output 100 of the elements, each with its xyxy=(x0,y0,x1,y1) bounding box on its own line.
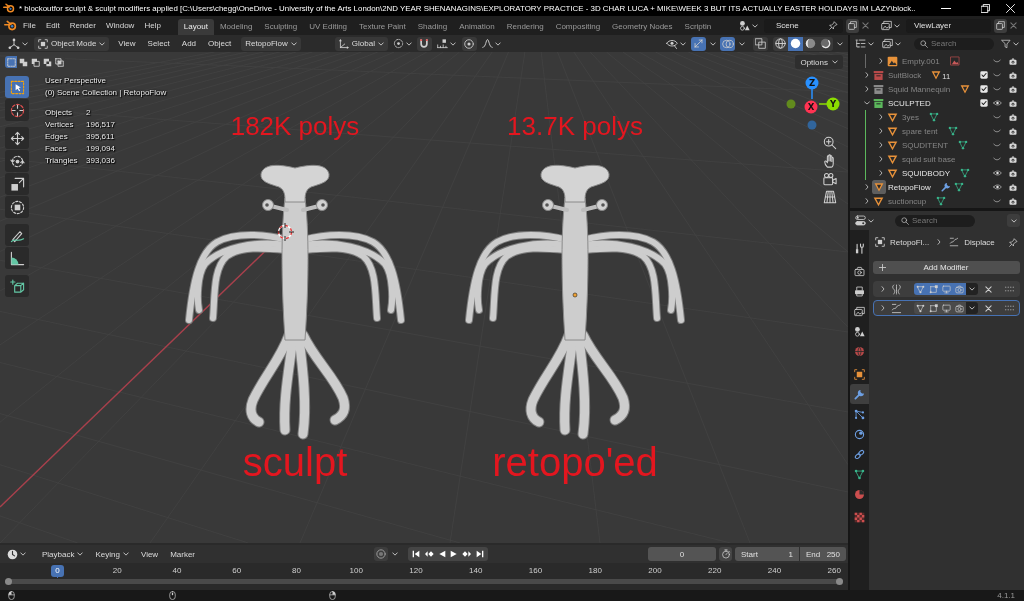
search-field[interactable]: Search xyxy=(914,37,994,50)
menu-item[interactable]: Marker xyxy=(165,549,201,559)
eye-icon[interactable] xyxy=(992,184,1002,190)
dropdown-button[interactable] xyxy=(966,283,978,295)
zoom-icon[interactable] xyxy=(823,136,837,150)
menu-item[interactable]: Select xyxy=(142,39,175,48)
closed-eye-icon[interactable] xyxy=(993,129,1001,133)
image-icon[interactable] xyxy=(949,56,960,66)
tool-button[interactable] xyxy=(5,275,29,297)
current-frame-field[interactable]: 0 xyxy=(648,547,716,561)
chevron-right-icon[interactable] xyxy=(879,170,883,176)
outliner-item[interactable]: Squid Mannequin xyxy=(888,84,951,94)
mesh-object-icon[interactable] xyxy=(887,139,898,151)
chevron-right-icon[interactable] xyxy=(865,86,869,92)
jump-to-end-icon[interactable] xyxy=(476,550,485,558)
outliner-item[interactable]: Empty.001 xyxy=(902,56,940,66)
workspace-tab[interactable]: Animation xyxy=(453,19,501,35)
camera-icon[interactable] xyxy=(1009,169,1017,177)
proportional-toggle[interactable] xyxy=(461,36,477,51)
menu-item[interactable]: Edit xyxy=(40,16,65,35)
tool-button[interactable] xyxy=(5,173,29,195)
chevron-right-icon[interactable] xyxy=(879,114,883,120)
outliner-item[interactable]: 3yes xyxy=(902,112,919,122)
camera-icon[interactable] xyxy=(1009,99,1017,107)
workspace-tab[interactable]: Rendering xyxy=(500,19,550,35)
on-cage-toggle[interactable] xyxy=(927,283,940,295)
dropdown-button[interactable] xyxy=(1007,214,1020,227)
tool-button[interactable] xyxy=(5,224,29,246)
app-logo-icon[interactable] xyxy=(4,20,17,31)
mesh-object-icon[interactable] xyxy=(887,167,898,179)
orientation-dropdown[interactable]: Global xyxy=(334,36,388,51)
playhead[interactable]: 0 xyxy=(51,564,64,577)
hand-icon[interactable] xyxy=(823,154,837,168)
mesh-object-icon[interactable] xyxy=(887,111,898,123)
play-reverse-icon[interactable] xyxy=(438,550,447,558)
add-modifier-button[interactable]: Add Modifier xyxy=(873,261,1020,274)
closed-eye-icon[interactable] xyxy=(993,87,1001,91)
shading-button[interactable] xyxy=(803,36,818,51)
view-layer-selector-button[interactable] xyxy=(878,18,903,33)
mesh-object-icon[interactable] xyxy=(871,180,886,194)
workspace-tab[interactable]: Modeling xyxy=(213,19,259,35)
jump-to-start-icon[interactable] xyxy=(412,550,421,558)
grid-icon[interactable] xyxy=(823,190,837,204)
next-keyframe-icon[interactable] xyxy=(462,550,473,558)
camera-icon[interactable] xyxy=(1009,71,1017,79)
mesh-data-icon[interactable] xyxy=(958,140,969,150)
scene-name-field[interactable]: Scene xyxy=(764,18,843,33)
tool-button[interactable] xyxy=(5,76,29,98)
closed-eye-icon[interactable] xyxy=(993,115,1001,119)
play-icon[interactable] xyxy=(450,550,459,558)
menu-item[interactable]: Window xyxy=(100,16,140,35)
on-cage-toggle[interactable] xyxy=(927,302,940,314)
mesh-data-icon[interactable] xyxy=(936,196,947,206)
edit-mode-toggle[interactable] xyxy=(914,283,927,295)
closed-eye-icon[interactable] xyxy=(993,59,1001,63)
mesh-object-icon[interactable] xyxy=(887,153,898,165)
overlay-toggle[interactable] xyxy=(720,36,735,51)
tool-button[interactable] xyxy=(5,99,29,121)
workspace-tab[interactable]: Layout xyxy=(177,19,214,35)
workspace-tab[interactable]: Shading xyxy=(411,19,454,35)
select-mode-button[interactable] xyxy=(29,56,41,68)
render-toggle[interactable] xyxy=(953,283,966,295)
select-mode-button[interactable] xyxy=(53,56,65,68)
menu-item[interactable]: Add xyxy=(176,39,202,48)
shading-button[interactable] xyxy=(818,36,833,51)
modifier-panel[interactable] xyxy=(873,300,1020,316)
xray-toggle[interactable] xyxy=(753,36,768,51)
copy-button[interactable] xyxy=(846,18,859,33)
chevron-right-icon[interactable] xyxy=(881,286,885,292)
mesh-data-icon[interactable] xyxy=(960,168,970,178)
mesh-data-icon[interactable] xyxy=(928,112,939,122)
chevron-right-icon[interactable] xyxy=(865,184,869,190)
search-field[interactable]: Search xyxy=(895,214,975,227)
select-mode-button[interactable] xyxy=(17,56,29,68)
chevron-right-icon[interactable] xyxy=(879,142,883,148)
render-toggle[interactable] xyxy=(953,302,966,314)
shading-button[interactable] xyxy=(773,36,788,51)
camera-icon[interactable] xyxy=(1009,155,1017,163)
outliner-item[interactable]: RetopoFlow xyxy=(888,182,931,192)
workspace-tab[interactable]: UV Editing xyxy=(303,19,354,35)
camera-icon[interactable] xyxy=(1009,183,1017,191)
previous-keyframe-icon[interactable] xyxy=(424,550,435,558)
camera-icon[interactable] xyxy=(1009,197,1017,205)
camera-icon[interactable] xyxy=(1009,113,1017,121)
menu-item[interactable]: Render xyxy=(64,16,101,35)
outliner-item[interactable]: SQUIDBODY xyxy=(902,168,950,178)
camera-icon[interactable] xyxy=(1009,57,1017,65)
mesh-object-icon[interactable] xyxy=(931,70,942,80)
outliner-item[interactable]: SQUDITENT xyxy=(902,140,949,150)
pin-icon[interactable] xyxy=(1009,237,1018,247)
tool-button[interactable] xyxy=(5,196,29,218)
viewport-toggle[interactable] xyxy=(940,302,953,314)
tool-button[interactable] xyxy=(5,150,29,172)
gizmo-toggle[interactable] xyxy=(691,36,706,51)
axis-handle[interactable] xyxy=(786,99,796,109)
workspace-tab[interactable]: Texture Paint xyxy=(353,19,412,35)
scrollbar[interactable] xyxy=(5,579,843,584)
options-dropdown[interactable]: Options xyxy=(795,55,843,69)
wrench-icon[interactable] xyxy=(940,182,951,192)
restore-icon[interactable] xyxy=(981,3,990,13)
